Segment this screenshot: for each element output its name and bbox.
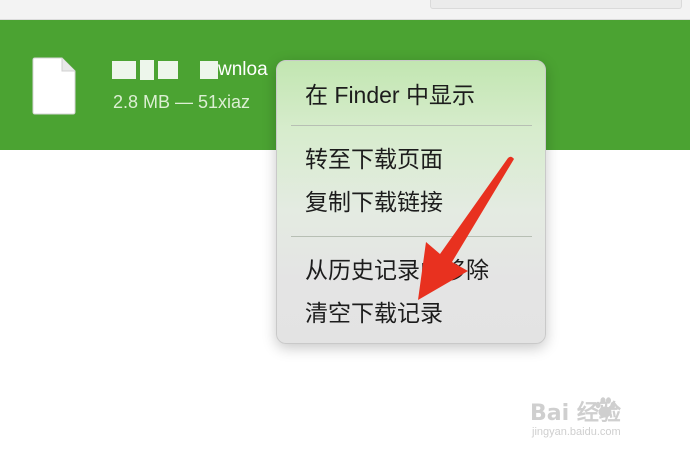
- file-name: wnloa: [112, 56, 268, 84]
- menu-item-go-to-download-page[interactable]: 转至下载页面: [305, 144, 443, 174]
- watermark-site: jingyan.baidu.com: [532, 426, 621, 438]
- redacted-block: [158, 60, 178, 79]
- context-menu: 在 Finder 中显示 转至下载页面 复制下载链接 从历史记录中移除 清空下载…: [276, 60, 546, 344]
- file-icon: [32, 57, 76, 115]
- menu-item-clear-downloads[interactable]: 清空下载记录: [305, 298, 443, 328]
- menu-item-copy-download-link[interactable]: 复制下载链接: [305, 187, 443, 217]
- redacted-block: [140, 59, 154, 80]
- file-name-text: wnloa: [218, 59, 268, 80]
- menu-separator: [291, 125, 532, 126]
- menu-separator: [291, 236, 532, 237]
- baidu-watermark: Bai 经验 jingyan.baidu.com: [530, 395, 680, 445]
- redacted-block: [200, 60, 218, 79]
- top-toolbar-strip: [0, 0, 690, 20]
- file-meta: 2.8 MB — 51xiaz: [113, 92, 251, 112]
- menu-item-remove-from-history[interactable]: 从历史记录中移除: [305, 255, 489, 285]
- redacted-block: [112, 60, 136, 79]
- baidu-paw-icon: [595, 397, 616, 418]
- menu-item-show-in-finder[interactable]: 在 Finder 中显示: [305, 80, 475, 110]
- toolbar-field[interactable]: [430, 0, 682, 9]
